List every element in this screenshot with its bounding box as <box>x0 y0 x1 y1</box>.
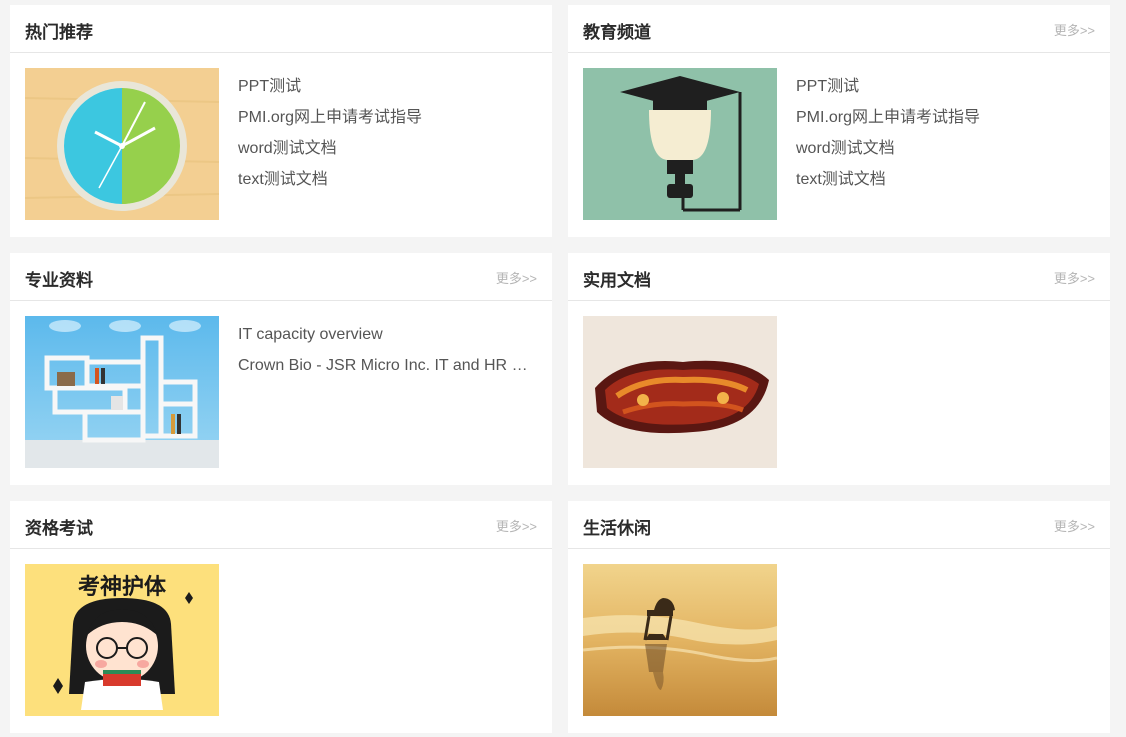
section-card-education: 教育频道 更多>> PPT测试 PMI.org网上申请考试指导 word测试文档… <box>568 5 1110 237</box>
graduation-cap-image[interactable] <box>583 68 777 220</box>
section-title: 资格考试 <box>25 519 93 538</box>
article-link[interactable]: text测试文档 <box>796 164 1094 195</box>
article-list: PPT测试 PMI.org网上申请考试指导 word测试文档 text测试文档 <box>796 71 1094 195</box>
section-title: 专业资料 <box>25 271 93 290</box>
bookshelf-image[interactable] <box>25 316 219 468</box>
article-link[interactable]: IT capacity overview <box>238 319 536 350</box>
exam-cartoon-image[interactable]: 考神护体 <box>25 564 219 716</box>
clock-illustration-image[interactable] <box>25 68 219 220</box>
section-title: 教育频道 <box>583 23 651 42</box>
section-card-professional: 专业资料 更多>> IT capacity overview Crown Bio… <box>10 253 552 485</box>
article-list: IT capacity overview Crown Bio - JSR Mic… <box>238 319 536 381</box>
section-header: 热门推荐 <box>10 5 552 53</box>
graduation-cap-icon <box>583 68 777 220</box>
section-header: 生活休闲 更多>> <box>568 501 1110 549</box>
section-header: 专业资料 更多>> <box>10 253 552 301</box>
clock-icon <box>25 68 219 220</box>
beach-sunset-image[interactable] <box>583 564 777 716</box>
more-link[interactable]: 更多>> <box>1054 20 1095 39</box>
content-grid: 热门推荐 PPT测试 PMI.org网上申请考试指导 word测试文档 text… <box>0 0 1126 737</box>
article-link[interactable]: PPT测试 <box>238 71 536 102</box>
section-card-hot-recommend: 热门推荐 PPT测试 PMI.org网上申请考试指导 word测试文档 text… <box>10 5 552 237</box>
article-link[interactable]: word测试文档 <box>238 133 536 164</box>
section-title: 热门推荐 <box>25 23 93 42</box>
section-header: 教育频道 更多>> <box>568 5 1110 53</box>
more-link[interactable]: 更多>> <box>1054 516 1095 535</box>
article-link[interactable]: PMI.org网上申请考试指导 <box>796 102 1094 133</box>
calligraphy-banner-image[interactable] <box>583 316 777 468</box>
image-caption: 考神护体 <box>78 574 167 600</box>
article-link[interactable]: text测试文档 <box>238 164 536 195</box>
section-title: 生活休闲 <box>583 519 651 538</box>
more-link[interactable]: 更多>> <box>496 516 537 535</box>
section-header: 实用文档 更多>> <box>568 253 1110 301</box>
cartoon-girl-icon: 考神护体 <box>25 564 219 716</box>
article-link[interactable]: word测试文档 <box>796 133 1094 164</box>
section-card-qualification-exam: 资格考试 更多>> 考神护体 <box>10 501 552 733</box>
beach-chair-icon <box>583 564 777 716</box>
bookshelf-icon <box>25 316 219 468</box>
calligraphy-banner-icon <box>583 316 777 468</box>
section-card-practical-docs: 实用文档 更多>> <box>568 253 1110 485</box>
section-card-leisure: 生活休闲 更多>> <box>568 501 1110 733</box>
more-link[interactable]: 更多>> <box>1054 268 1095 287</box>
article-link[interactable]: Crown Bio - JSR Micro Inc. IT and HR Mee… <box>238 350 536 381</box>
section-header: 资格考试 更多>> <box>10 501 552 549</box>
article-link[interactable]: PPT测试 <box>796 71 1094 102</box>
section-title: 实用文档 <box>583 271 651 290</box>
article-link[interactable]: PMI.org网上申请考试指导 <box>238 102 536 133</box>
more-link[interactable]: 更多>> <box>496 268 537 287</box>
article-list: PPT测试 PMI.org网上申请考试指导 word测试文档 text测试文档 <box>238 71 536 195</box>
